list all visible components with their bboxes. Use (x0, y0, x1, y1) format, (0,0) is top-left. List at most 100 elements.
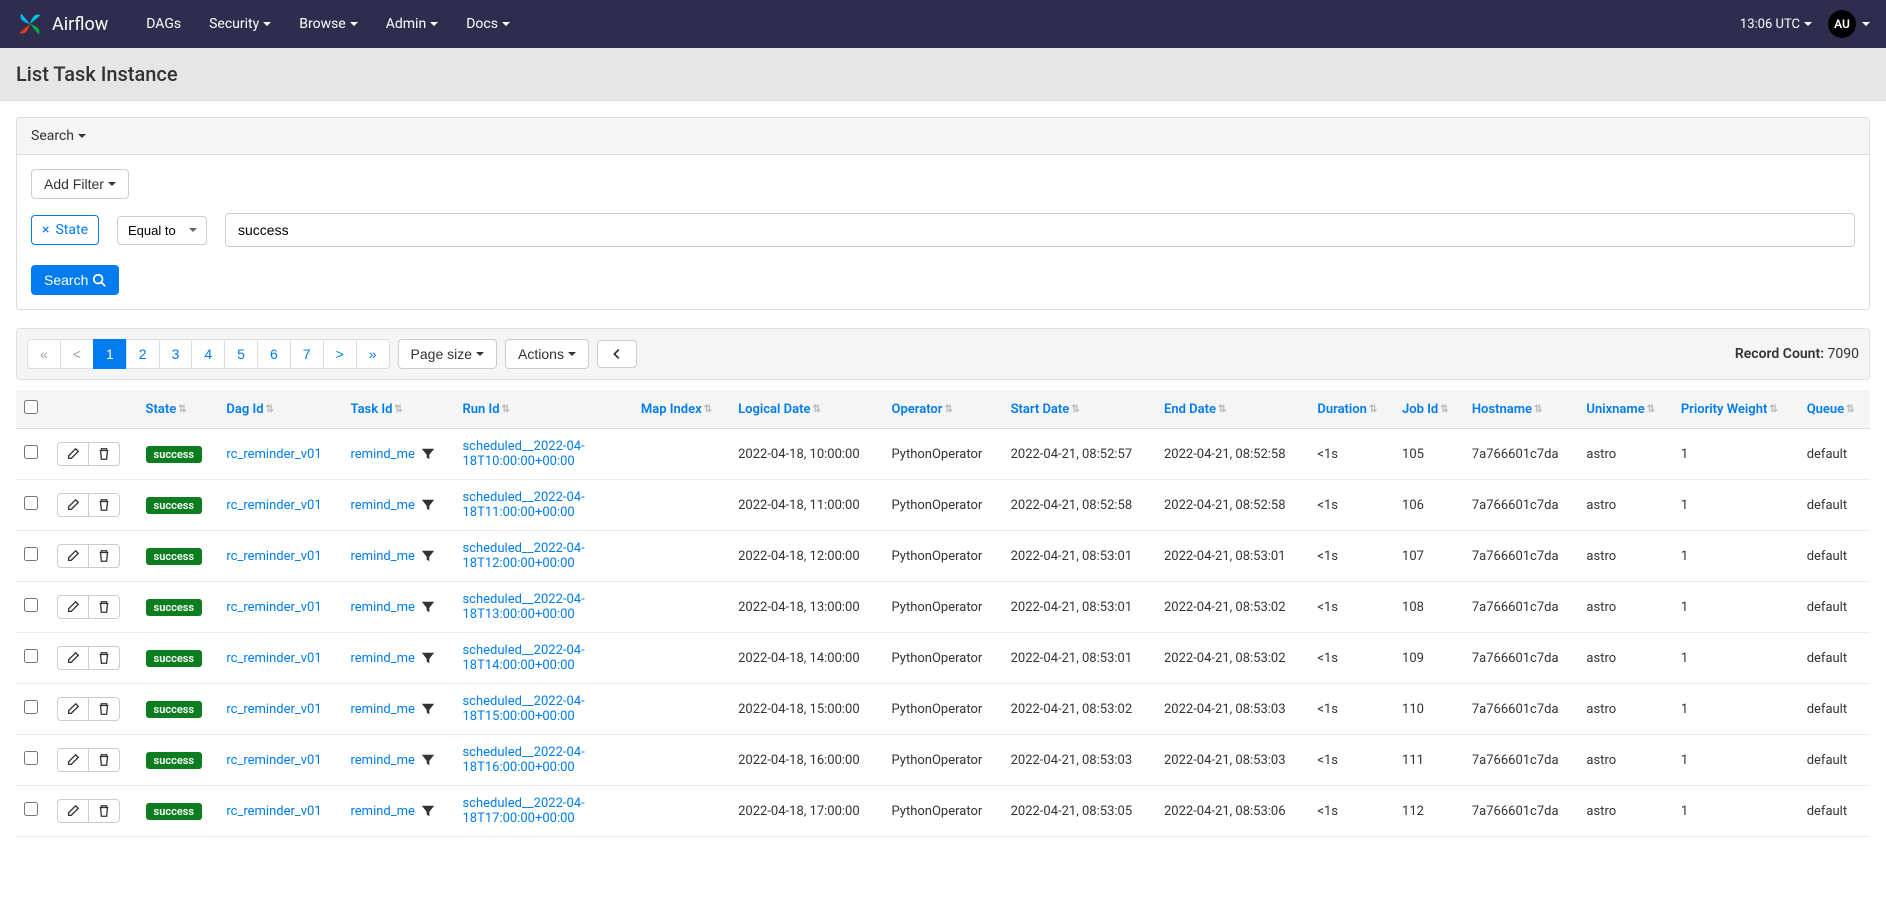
sort-link[interactable]: Hostname⇅ (1472, 402, 1543, 417)
row-checkbox[interactable] (24, 802, 38, 816)
filter-icon[interactable] (421, 549, 435, 563)
run-id-link[interactable]: scheduled__2022-04-18T15:00:00+00:00 (462, 694, 584, 724)
nav-item-docs[interactable]: Docs (452, 2, 524, 46)
filter-icon[interactable] (421, 498, 435, 512)
delete-button[interactable] (88, 493, 120, 517)
row-checkbox[interactable] (24, 751, 38, 765)
run-id-link[interactable]: scheduled__2022-04-18T12:00:00+00:00 (462, 541, 584, 571)
filter-icon[interactable] (421, 447, 435, 461)
sort-link[interactable]: Queue⇅ (1807, 402, 1855, 417)
task-id-link[interactable]: remind_me (350, 600, 414, 615)
row-checkbox[interactable] (24, 547, 38, 561)
run-id-link[interactable]: scheduled__2022-04-18T13:00:00+00:00 (462, 592, 584, 622)
select-all-checkbox[interactable] (24, 400, 38, 414)
task-id-link[interactable]: remind_me (350, 498, 414, 513)
delete-button[interactable] (88, 799, 120, 823)
delete-button[interactable] (88, 595, 120, 619)
sort-link[interactable]: End Date⇅ (1164, 402, 1226, 417)
sort-link[interactable]: Priority Weight⇅ (1681, 402, 1778, 417)
page-3[interactable]: 3 (159, 339, 193, 369)
delete-button[interactable] (88, 646, 120, 670)
row-checkbox[interactable] (24, 649, 38, 663)
run-id-link[interactable]: scheduled__2022-04-18T10:00:00+00:00 (462, 439, 584, 469)
edit-button[interactable] (57, 442, 89, 466)
page-4[interactable]: 4 (191, 339, 225, 369)
task-id-link[interactable]: remind_me (350, 447, 414, 462)
sort-link[interactable]: Start Date⇅ (1011, 402, 1080, 417)
sort-link[interactable]: Job Id⇅ (1402, 402, 1449, 417)
delete-button[interactable] (88, 748, 120, 772)
add-filter-button[interactable]: Add Filter (31, 169, 129, 199)
page-1[interactable]: 1 (93, 339, 127, 369)
nav-item-dags[interactable]: DAGs (132, 2, 195, 46)
page-prev[interactable]: < (60, 339, 94, 369)
row-checkbox[interactable] (24, 700, 38, 714)
page-2[interactable]: 2 (126, 339, 160, 369)
edit-button[interactable] (57, 595, 89, 619)
task-id-link[interactable]: remind_me (350, 702, 414, 717)
run-id-link[interactable]: scheduled__2022-04-18T16:00:00+00:00 (462, 745, 584, 775)
sort-link[interactable]: Duration⇅ (1317, 402, 1377, 417)
table-wrap[interactable]: State⇅Dag Id⇅Task Id⇅Run Id⇅Map Index⇅Lo… (16, 390, 1870, 837)
dag-id-link[interactable]: rc_reminder_v01 (226, 804, 321, 819)
sort-link[interactable]: Task Id⇅ (350, 402, 402, 417)
page-size-button[interactable]: Page size (398, 339, 497, 369)
delete-button[interactable] (88, 544, 120, 568)
page-6[interactable]: 6 (257, 339, 291, 369)
row-checkbox[interactable] (24, 496, 38, 510)
run-id-link[interactable]: scheduled__2022-04-18T17:00:00+00:00 (462, 796, 584, 826)
search-heading[interactable]: Search (17, 118, 1869, 155)
sort-link[interactable]: Run Id⇅ (462, 402, 509, 417)
edit-button[interactable] (57, 493, 89, 517)
page-first[interactable]: « (27, 339, 61, 369)
actions-button[interactable]: Actions (505, 339, 589, 369)
dag-id-link[interactable]: rc_reminder_v01 (226, 498, 321, 513)
row-checkbox[interactable] (24, 445, 38, 459)
filter-tag-state[interactable]: × State (31, 215, 99, 245)
dag-id-link[interactable]: rc_reminder_v01 (226, 549, 321, 564)
edit-button[interactable] (57, 799, 89, 823)
dag-id-link[interactable]: rc_reminder_v01 (226, 702, 321, 717)
run-id-link[interactable]: scheduled__2022-04-18T11:00:00+00:00 (462, 490, 584, 520)
task-id-link[interactable]: remind_me (350, 753, 414, 768)
user-menu[interactable]: AU (1828, 10, 1870, 38)
dag-id-link[interactable]: rc_reminder_v01 (226, 651, 321, 666)
sort-link[interactable]: Dag Id⇅ (226, 402, 274, 417)
sort-link[interactable]: Unixname⇅ (1586, 402, 1655, 417)
page-7[interactable]: 7 (290, 339, 324, 369)
brand[interactable]: Airflow (16, 10, 108, 38)
delete-button[interactable] (88, 697, 120, 721)
page-last[interactable]: » (356, 339, 390, 369)
task-id-link[interactable]: remind_me (350, 549, 414, 564)
nav-item-security[interactable]: Security (195, 2, 285, 46)
filter-icon[interactable] (421, 702, 435, 716)
delete-button[interactable] (88, 442, 120, 466)
remove-filter-icon[interactable]: × (42, 222, 49, 238)
sort-link[interactable]: State⇅ (146, 402, 187, 417)
edit-button[interactable] (57, 544, 89, 568)
edit-button[interactable] (57, 748, 89, 772)
dag-id-link[interactable]: rc_reminder_v01 (226, 753, 321, 768)
dag-id-link[interactable]: rc_reminder_v01 (226, 600, 321, 615)
filter-icon[interactable] (421, 753, 435, 767)
edit-button[interactable] (57, 697, 89, 721)
filter-value-input[interactable] (225, 213, 1855, 247)
edit-button[interactable] (57, 646, 89, 670)
dag-id-link[interactable]: rc_reminder_v01 (226, 447, 321, 462)
filter-operator-select[interactable]: Equal to (117, 216, 207, 245)
page-next[interactable]: > (323, 339, 357, 369)
sort-link[interactable]: Logical Date⇅ (738, 402, 821, 417)
nav-item-browse[interactable]: Browse (285, 2, 371, 46)
filter-icon[interactable] (421, 600, 435, 614)
back-button[interactable] (597, 340, 637, 368)
search-button[interactable]: Search (31, 265, 119, 295)
filter-icon[interactable] (421, 804, 435, 818)
clock[interactable]: 13:06 UTC (1740, 17, 1812, 32)
sort-link[interactable]: Operator⇅ (892, 402, 953, 417)
task-id-link[interactable]: remind_me (350, 651, 414, 666)
nav-item-admin[interactable]: Admin (372, 2, 452, 46)
task-id-link[interactable]: remind_me (350, 804, 414, 819)
page-5[interactable]: 5 (224, 339, 258, 369)
run-id-link[interactable]: scheduled__2022-04-18T14:00:00+00:00 (462, 643, 584, 673)
filter-icon[interactable] (421, 651, 435, 665)
